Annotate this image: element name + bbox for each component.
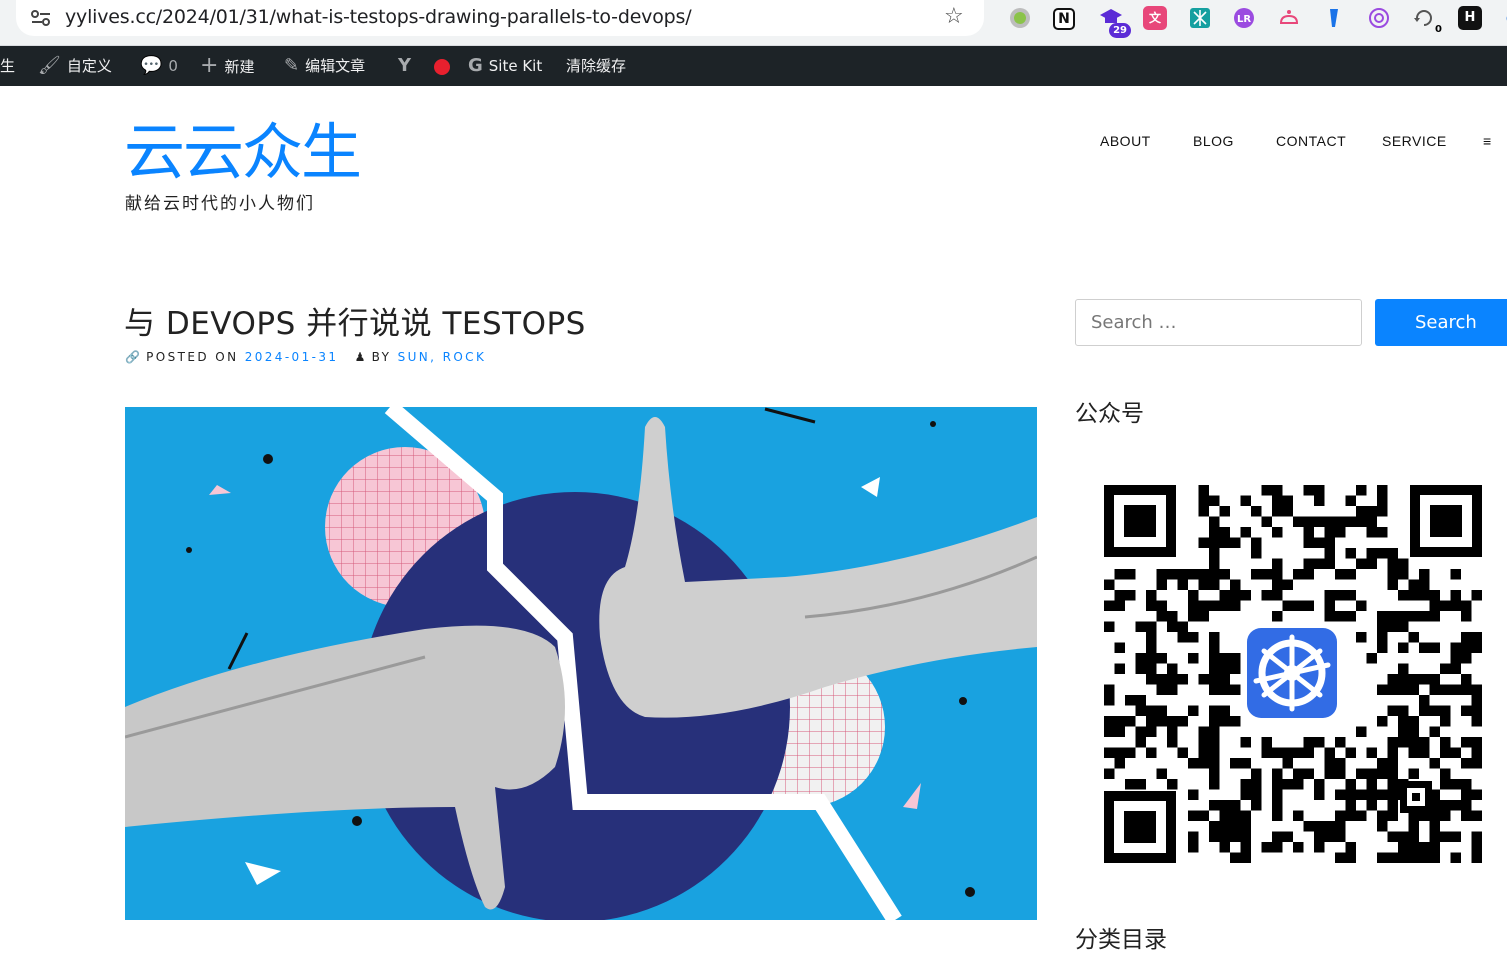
svg-text:LR: LR (1237, 14, 1251, 25)
extension-badge: 29 (1109, 23, 1131, 38)
bookmark-star-icon[interactable]: ☆ (944, 5, 964, 29)
plus-icon: + (200, 53, 219, 78)
refresh-extension-icon[interactable]: 0 (1412, 6, 1442, 35)
comment-bubble-icon: 💬 (140, 55, 163, 76)
link-icon: 🔗 (125, 350, 140, 364)
site-info-icon[interactable] (30, 8, 52, 28)
address-bar[interactable]: yylives.cc/2024/01/31/what-is-testops-dr… (16, 0, 984, 36)
admin-new[interactable]: + 新建 (200, 46, 254, 86)
edge-extension-icon[interactable]: ◐ (1500, 6, 1507, 30)
browser-toolbar: yylives.cc/2024/01/31/what-is-testops-dr… (0, 0, 1507, 46)
admin-edit-post-label: 编辑文章 (305, 57, 366, 75)
post-meta: 🔗 POSTED ON 2024-01-31 ♟ BY SUN, ROCK (125, 350, 486, 364)
admin-site-name[interactable]: 生 (0, 46, 15, 86)
thumbs-illustration (125, 407, 1037, 920)
widget-title-wechat: 公众号 (1075, 401, 1144, 427)
site-description: 献给云时代的小人物们 (125, 194, 315, 214)
kubernetes-logo-icon (1242, 623, 1342, 723)
admin-new-label: 新建 (224, 58, 255, 76)
admin-seo-status (434, 46, 450, 86)
yoast-icon: Y (398, 55, 412, 76)
post-title: 与 DEVOPS 并行说说 TESTOPS (124, 306, 586, 342)
nav-item-contact[interactable]: CONTACT (1276, 133, 1346, 149)
admin-customize-label: 自定义 (66, 57, 112, 75)
notion-extension-icon[interactable]: N (1053, 8, 1075, 30)
feather-extension-icon[interactable] (1322, 6, 1346, 30)
admin-comments-count: 0 (168, 57, 178, 75)
wp-admin-bar: 生 🖌 自定义 💬 0 + 新建 ✎ 编辑文章 Y G Site Kit 清除缓存 (0, 46, 1507, 86)
wechat-qr-code (1104, 485, 1482, 863)
nav-item-about[interactable]: ABOUT (1100, 133, 1151, 149)
circle-extension-icon[interactable] (1008, 6, 1032, 30)
by-label: BY (371, 350, 392, 364)
featured-image (125, 407, 1037, 920)
site-title[interactable]: 云云众生 (124, 117, 362, 189)
purple-extension-icon[interactable]: LR (1232, 6, 1256, 30)
openai-extension-icon[interactable] (1367, 6, 1391, 30)
admin-edit-post[interactable]: ✎ 编辑文章 (284, 46, 365, 86)
nav-item-service[interactable]: SERVICE (1382, 133, 1447, 149)
post-authors-link[interactable]: SUN, ROCK (398, 350, 487, 364)
qr-code-image (1104, 485, 1482, 863)
h-extension-icon[interactable]: H (1458, 6, 1482, 30)
url-text[interactable]: yylives.cc/2024/01/31/what-is-testops-dr… (65, 6, 692, 28)
admin-comments[interactable]: 💬 0 (140, 46, 178, 86)
admin-customize[interactable]: 🖌 自定义 (38, 46, 112, 86)
admin-site-kit[interactable]: G Site Kit (468, 46, 542, 86)
extension-count: 0 (1435, 24, 1442, 35)
posted-on-label: POSTED ON (146, 350, 239, 364)
brush-icon: 🖌 (38, 55, 61, 76)
author-icon: ♟ (354, 350, 366, 364)
search-input[interactable] (1075, 299, 1362, 346)
grid-extension-icon[interactable] (1188, 6, 1212, 30)
admin-clear-cache[interactable]: 清除缓存 (566, 46, 626, 86)
admin-yoast[interactable]: Y (398, 46, 417, 86)
hamburger-menu-icon[interactable]: ≡ (1483, 133, 1492, 149)
pencil-icon: ✎ (284, 55, 300, 76)
red-status-dot-icon (434, 58, 450, 75)
cloud-extension-icon[interactable] (1277, 6, 1301, 30)
nav-item-blog[interactable]: BLOG (1193, 133, 1234, 149)
search-button[interactable]: Search (1375, 299, 1507, 346)
google-g-icon: G (468, 55, 483, 76)
post-date-link[interactable]: 2024-01-31 (245, 350, 339, 364)
translate-extension-icon[interactable]: 文 (1143, 6, 1167, 30)
admin-site-kit-label: Site Kit (488, 57, 543, 75)
grad-cap-extension-icon[interactable]: 29 (1099, 6, 1131, 38)
widget-title-categories: 分类目录 (1075, 927, 1167, 953)
